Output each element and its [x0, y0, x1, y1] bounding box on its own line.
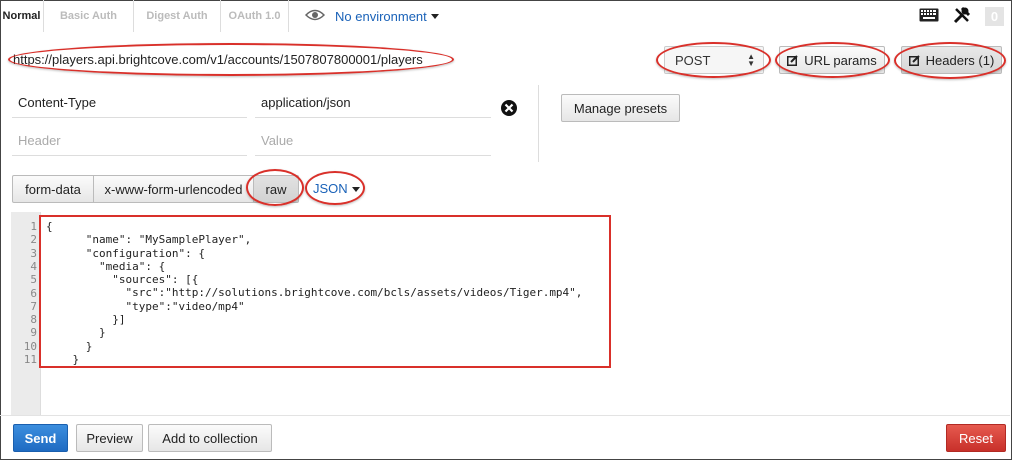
headers-button[interactable]: Headers (1): [901, 46, 1002, 74]
header-key-field[interactable]: [12, 88, 247, 118]
line-number: 10: [23, 339, 37, 353]
line-number: 3: [30, 246, 37, 260]
line-number: 6: [30, 286, 37, 300]
header-value-field[interactable]: [255, 88, 491, 118]
line-number: 1: [30, 220, 37, 233]
eye-icon: [304, 9, 326, 24]
manage-presets-button[interactable]: Manage presets: [561, 94, 680, 122]
select-arrows-icon: ▲ ▼: [747, 52, 755, 68]
new-header-key-field[interactable]: [12, 126, 247, 156]
url-params-button[interactable]: URL params: [779, 46, 885, 74]
method-value: POST: [675, 52, 711, 68]
history-count-badge[interactable]: 0: [985, 7, 1004, 26]
line-number: 2: [30, 233, 37, 247]
environment-selector[interactable]: No environment: [289, 0, 451, 32]
chevron-down-icon: [351, 187, 360, 193]
raw-format-label: JSON: [313, 181, 348, 196]
edit-icon: [908, 54, 920, 66]
auth-tabs: Normal Basic Auth Digest Auth OAuth 1.0 …: [0, 0, 451, 32]
url-input[interactable]: [13, 47, 447, 71]
environment-label: No environment: [335, 8, 427, 24]
remove-header-icon[interactable]: [500, 99, 518, 120]
preview-button[interactable]: Preview: [76, 424, 143, 452]
raw-format-dropdown[interactable]: JSON: [313, 181, 360, 196]
form-data-button[interactable]: form-data: [12, 175, 94, 203]
edit-icon: [787, 54, 798, 66]
tab-digest-auth[interactable]: Digest Auth: [134, 0, 221, 32]
top-right-tools: 0: [919, 6, 1004, 27]
send-button[interactable]: Send: [13, 424, 68, 452]
line-number-gutter: 1 2 3 4 5 6 7 8 9 10 11: [11, 212, 41, 415]
line-number: 7: [30, 299, 37, 313]
reset-button[interactable]: Reset: [946, 424, 1006, 452]
headers-label: Headers (1): [925, 52, 995, 68]
method-select[interactable]: POST ▲ ▼: [664, 46, 764, 74]
line-number: 8: [30, 313, 37, 327]
line-number: 11: [23, 353, 37, 366]
keyboard-icon[interactable]: [919, 8, 939, 25]
new-header-value-field[interactable]: [255, 126, 491, 156]
divider: [538, 85, 539, 162]
line-number: 9: [30, 326, 37, 340]
urlencoded-button[interactable]: x-www-form-urlencoded: [93, 175, 254, 203]
annotation-code-highlight: [39, 215, 611, 368]
url-params-label: URL params: [804, 52, 877, 68]
chevron-down-icon: [430, 13, 439, 19]
tab-oauth[interactable]: OAuth 1.0: [221, 0, 289, 32]
tab-normal[interactable]: Normal: [0, 0, 44, 32]
tab-basic-auth[interactable]: Basic Auth: [44, 0, 134, 32]
line-number: 5: [30, 273, 37, 287]
add-to-collection-button[interactable]: Add to collection: [148, 424, 272, 452]
line-number: 4: [30, 259, 37, 273]
tools-icon[interactable]: [953, 6, 971, 27]
raw-button[interactable]: raw: [253, 175, 299, 203]
